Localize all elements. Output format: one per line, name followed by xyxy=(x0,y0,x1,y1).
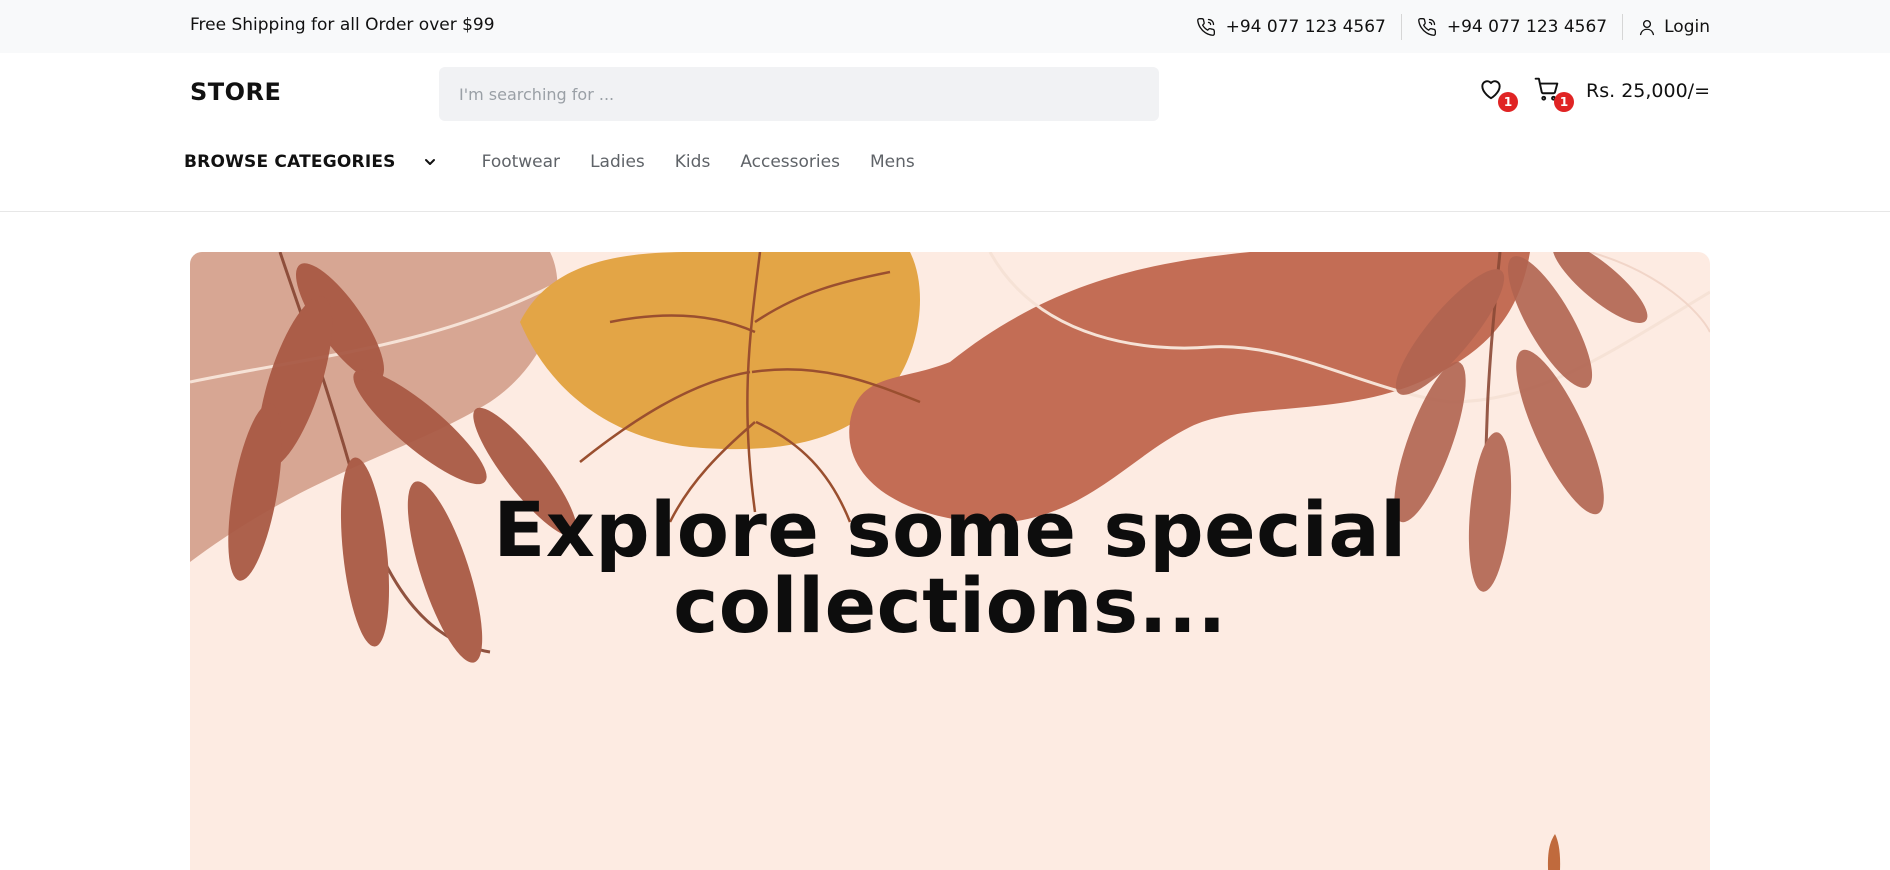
hero-headline-line-2: collections... xyxy=(673,561,1227,650)
top-bar: Free Shipping for all Order over $99 +94… xyxy=(0,0,1890,53)
browse-categories-label: BROWSE CATEGORIES xyxy=(184,152,396,172)
phone-icon xyxy=(1196,17,1215,36)
store-logo[interactable]: STORE xyxy=(190,78,281,106)
phone-number-2: +94 077 123 4567 xyxy=(1446,16,1608,37)
hero-headline: Explore some special collections... xyxy=(190,492,1710,644)
category-nav: BROWSE CATEGORIES Footwear Ladies Kids A… xyxy=(184,152,945,172)
nav-links: Footwear Ladies Kids Accessories Mens xyxy=(482,152,945,172)
cart-count-badge: 1 xyxy=(1554,92,1575,112)
hero-banner[interactable]: Explore some special collections... xyxy=(190,252,1710,870)
separator xyxy=(1400,13,1402,40)
header-actions: 1 1 Rs. 25,000/= xyxy=(1478,76,1710,112)
chevron-down-icon xyxy=(424,159,435,165)
header-divider xyxy=(0,211,1890,212)
promo-text: Free Shipping for all Order over $99 xyxy=(190,15,495,35)
user-icon xyxy=(1640,19,1655,35)
login-button[interactable]: Login xyxy=(1638,17,1710,37)
cart-button[interactable]: 1 xyxy=(1534,76,1575,112)
phone-contact-1[interactable]: +94 077 123 4567 xyxy=(1196,17,1386,37)
cart-total[interactable]: Rs. 25,000/= xyxy=(1586,80,1710,102)
phone-icon xyxy=(1417,17,1436,36)
nav-link-ladies[interactable]: Ladies xyxy=(590,152,645,172)
hero-headline-line-1: Explore some special xyxy=(493,485,1407,574)
phone-contact-2[interactable]: +94 077 123 4567 xyxy=(1417,17,1607,37)
login-label: Login xyxy=(1664,16,1710,37)
wishlist-button[interactable]: 1 xyxy=(1478,76,1519,112)
phone-number-1: +94 077 123 4567 xyxy=(1225,16,1386,37)
separator xyxy=(1622,13,1624,40)
wishlist-count-badge: 1 xyxy=(1498,92,1519,112)
nav-link-footwear[interactable]: Footwear xyxy=(482,152,560,172)
nav-link-accessories[interactable]: Accessories xyxy=(740,152,840,172)
browse-categories-button[interactable]: BROWSE CATEGORIES xyxy=(184,152,438,172)
search-input[interactable] xyxy=(439,67,1159,121)
nav-link-mens[interactable]: Mens xyxy=(870,152,915,172)
top-bar-right: +94 077 123 4567 +94 077 123 4567 Login xyxy=(1196,0,1710,53)
nav-link-kids[interactable]: Kids xyxy=(675,152,711,172)
